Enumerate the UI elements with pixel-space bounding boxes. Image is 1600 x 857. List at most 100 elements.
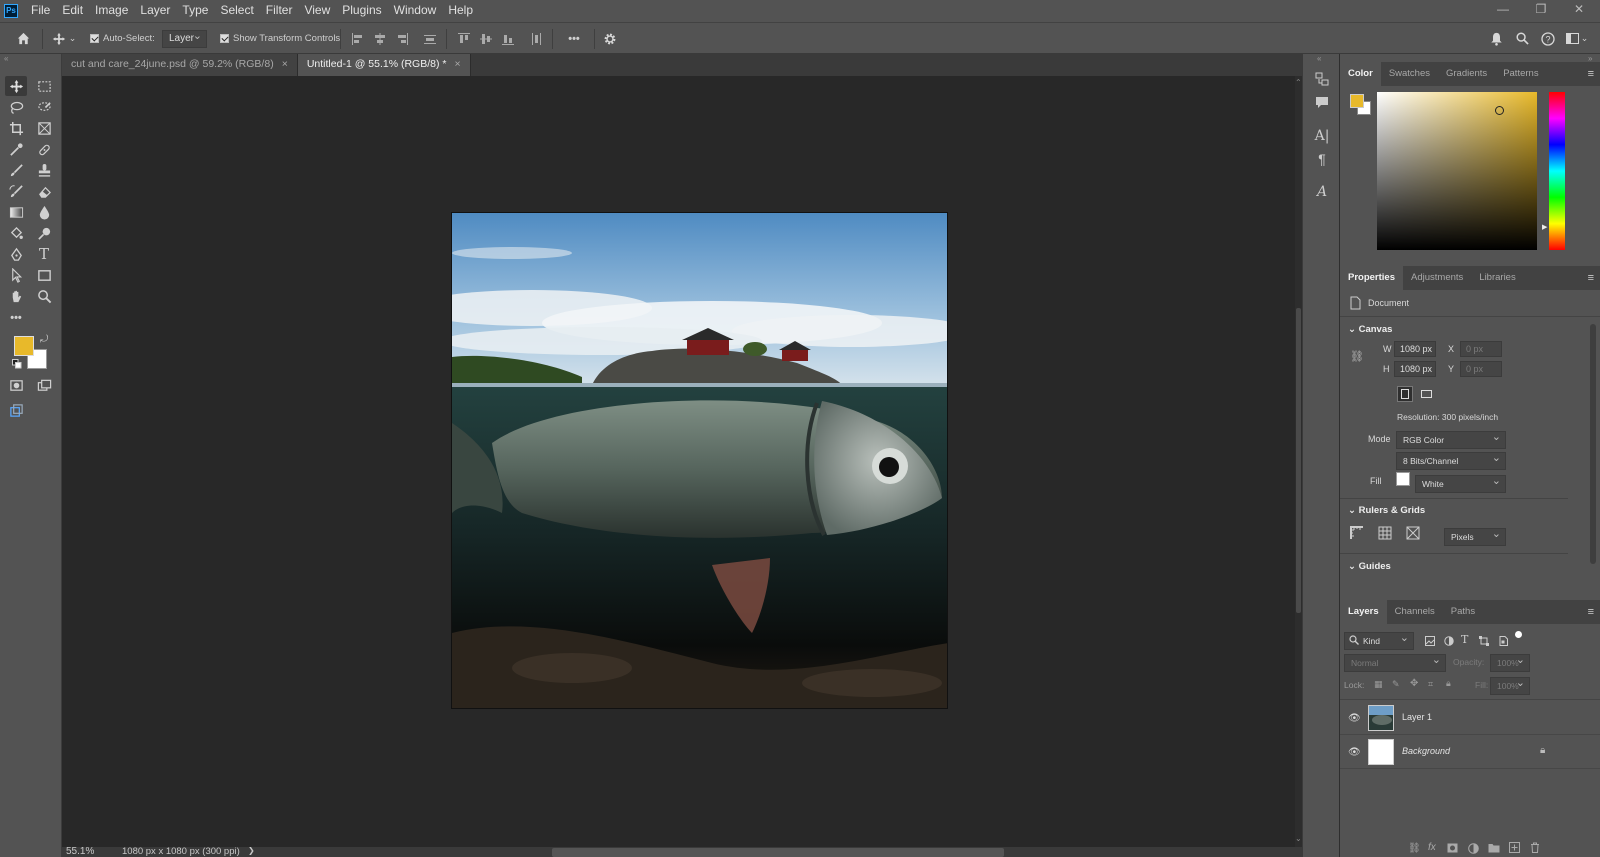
fx-icon[interactable]: fx [1428,842,1436,853]
move-tool-icon[interactable] [5,76,27,96]
align-center-icon[interactable] [372,23,388,54]
align-middle-icon[interactable] [478,23,494,54]
layer-row-background[interactable]: 👁︎ Background 🔒︎ [1340,735,1600,769]
eraser-tool-icon[interactable] [33,181,55,201]
gradient-tool-icon[interactable] [5,202,27,222]
fill-dropdown[interactable]: White [1415,473,1506,493]
x-field[interactable]: 0 px [1460,341,1502,357]
paragraph-icon[interactable]: ¶ [1312,149,1332,169]
expand-panels-icon[interactable]: « [1317,54,1321,63]
y-field[interactable]: 0 px [1460,361,1502,377]
hand-tool-icon[interactable] [5,286,27,306]
auto-select-checkbox[interactable]: Auto-Select: [90,23,155,54]
delete-layer-icon[interactable] [1530,842,1540,853]
quick-mask-icon[interactable] [5,375,27,395]
collapse-tools-icon[interactable]: « [4,54,8,63]
edit-toolbar-icon[interactable]: ••• [5,308,27,328]
lock-position-icon[interactable]: ✥ [1410,678,1418,689]
menu-view[interactable]: View [298,0,336,22]
auto-select-dropdown[interactable]: Layer [162,28,207,48]
path-selection-tool-icon[interactable] [5,265,27,285]
lock-all-icon[interactable]: 🔒︎ [1446,678,1451,689]
filter-type-icon[interactable]: T [1461,633,1468,646]
new-group-icon[interactable] [1488,843,1500,853]
guides-grid-icon[interactable] [1406,526,1420,540]
rectangle-tool-icon[interactable] [33,265,55,285]
bit-depth-dropdown[interactable]: 8 Bits/Channel [1396,450,1506,470]
menu-help[interactable]: Help [442,0,479,22]
rulers-icon[interactable] [1350,526,1364,540]
tab-paths[interactable]: Paths [1443,600,1483,624]
distribute-vertical-icon[interactable] [528,23,544,54]
distribute-icon[interactable] [422,23,438,54]
workspace-icon[interactable]: ⌄ [1564,23,1590,54]
home-icon[interactable] [12,23,34,54]
tab-properties[interactable]: Properties [1340,266,1403,290]
move-tool-preset-icon[interactable]: ⌄ [48,23,80,54]
share-icon[interactable] [5,400,27,420]
pen-tool-icon[interactable] [5,244,27,264]
minimize-icon[interactable]: — [1484,0,1522,20]
align-top-icon[interactable] [456,23,472,54]
close-tab-icon[interactable]: × [454,58,460,70]
menu-file[interactable]: File [25,0,56,22]
width-field[interactable]: 1080 px [1394,341,1436,357]
zoom-tool-icon[interactable] [33,286,55,306]
filter-toggle[interactable] [1515,631,1522,638]
menu-edit[interactable]: Edit [56,0,89,22]
lasso-tool-icon[interactable] [5,97,27,117]
history-brush-tool-icon[interactable] [5,181,27,201]
guides-section-toggle[interactable]: ⌄ Guides [1348,561,1391,572]
link-dimensions-icon[interactable]: ⛓ [1350,350,1364,363]
paint-bucket-tool-icon[interactable] [5,223,27,243]
scroll-down-icon[interactable]: ⌄ [1295,834,1302,843]
tab-layers[interactable]: Layers [1340,600,1387,624]
frame-tool-icon[interactable] [33,118,55,138]
foreground-color-swatch[interactable] [14,336,34,356]
brush-tool-icon[interactable] [5,160,27,180]
color-picker-field[interactable] [1377,92,1537,250]
scroll-up-icon[interactable]: ⌃ [1295,78,1302,87]
glyphs-icon[interactable]: A [1312,182,1332,202]
landscape-orientation-icon[interactable] [1418,386,1434,402]
layer-row-layer-1[interactable]: 👁︎ Layer 1 [1340,701,1600,735]
clone-stamp-tool-icon[interactable] [33,160,55,180]
menu-image[interactable]: Image [89,0,134,22]
bell-icon[interactable] [1486,23,1506,54]
fill-opacity-field[interactable]: 100% [1490,675,1530,695]
marquee-tool-icon[interactable] [33,76,55,96]
layer-name[interactable]: Background [1402,746,1450,756]
document-canvas-image[interactable] [451,212,948,709]
blend-mode-dropdown[interactable]: Normal [1344,652,1446,672]
properties-scrollbar[interactable] [1590,324,1596,564]
tab-color[interactable]: Color [1340,62,1381,86]
horizontal-scrollbar-thumb[interactable] [552,848,1004,857]
dodge-tool-icon[interactable] [33,223,55,243]
more-options-icon[interactable]: ••• [562,23,586,54]
tab-gradients[interactable]: Gradients [1438,62,1495,86]
lock-transparency-icon[interactable]: ▦ [1374,679,1383,690]
tab-cut-and-care[interactable]: cut and care_24june.psd @ 59.2% (RGB/8) × [62,54,298,76]
help-icon[interactable]: ? [1538,23,1558,54]
mode-dropdown[interactable]: RGB Color [1396,429,1506,449]
align-bottom-icon[interactable] [500,23,516,54]
grid-icon[interactable] [1378,526,1392,540]
new-adjustment-layer-icon[interactable] [1468,843,1479,854]
layer-name[interactable]: Layer 1 [1402,712,1432,722]
link-layers-icon[interactable]: ⛓ [1408,843,1421,854]
lock-pixels-icon[interactable]: ✎ [1392,679,1400,690]
menu-window[interactable]: Window [388,0,443,22]
close-tab-icon[interactable]: × [282,58,288,70]
filter-shape-icon[interactable] [1479,636,1489,646]
restore-icon[interactable]: ❐ [1522,0,1560,20]
lock-artboard-icon[interactable]: ⌗ [1428,679,1433,690]
vertical-scrollbar-thumb[interactable] [1296,308,1301,613]
color-picker-cursor[interactable] [1495,106,1504,115]
default-colors-icon[interactable] [12,359,22,369]
rulers-grids-section-toggle[interactable]: ⌄ Rulers & Grids [1348,505,1425,516]
panel-menu-icon[interactable]: ≡ [1588,272,1594,284]
tab-patterns[interactable]: Patterns [1495,62,1546,86]
filter-smart-object-icon[interactable] [1498,636,1508,646]
eye-icon[interactable]: 👁︎ [1348,713,1361,724]
tab-adjustments[interactable]: Adjustments [1403,266,1471,290]
